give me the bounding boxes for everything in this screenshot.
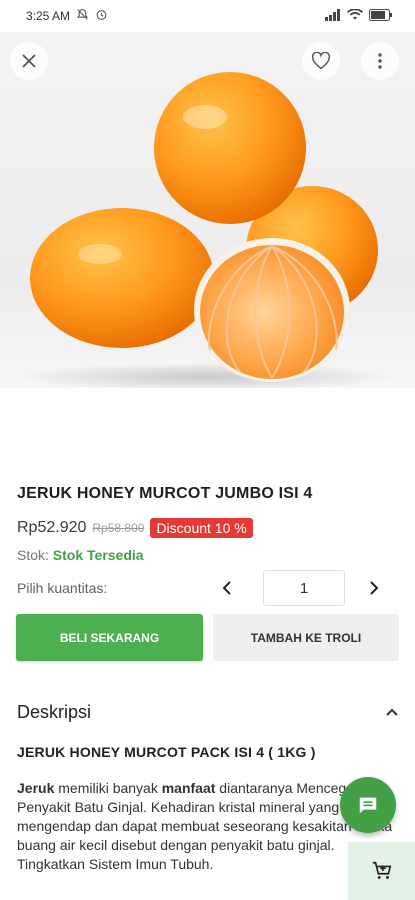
chevron-right-icon bbox=[370, 581, 379, 595]
product-price: Rp52.920 bbox=[17, 519, 87, 536]
more-vert-icon bbox=[378, 53, 382, 69]
alarm-icon bbox=[95, 8, 108, 24]
description-bold-2: manfaat bbox=[161, 780, 216, 796]
close-icon bbox=[22, 54, 36, 68]
stock-row: Stok: Stok Tersedia bbox=[17, 547, 144, 563]
status-time: 3:25 AM bbox=[26, 9, 71, 23]
product-title: JERUK HONEY MURCOT JUMBO ISI 4 bbox=[17, 485, 313, 502]
close-button[interactable] bbox=[10, 42, 48, 80]
signal-icon bbox=[325, 8, 341, 24]
quantity-row: Pilih kuantitas: bbox=[17, 570, 398, 606]
quantity-label: Pilih kuantitas: bbox=[17, 580, 108, 596]
favorite-button[interactable] bbox=[302, 42, 340, 80]
description-subtitle: JERUK HONEY MURCOT PACK ISI 4 ( 1KG ) bbox=[17, 744, 316, 760]
chat-button[interactable] bbox=[340, 777, 396, 833]
quantity-input[interactable] bbox=[263, 570, 345, 606]
status-left: 3:25 AM bbox=[26, 8, 108, 24]
add-to-cart-button[interactable]: TAMBAH KE TROLI bbox=[213, 614, 399, 661]
orange-illustration bbox=[15, 72, 395, 388]
cart-add-icon bbox=[372, 861, 391, 879]
chat-icon bbox=[359, 797, 377, 814]
wifi-icon bbox=[347, 7, 363, 24]
description-header[interactable]: Deskripsi bbox=[17, 700, 399, 724]
discount-badge: Discount 10 % bbox=[150, 518, 253, 538]
description-heading: Deskripsi bbox=[17, 701, 92, 722]
battery-icon bbox=[369, 8, 393, 24]
buy-now-button[interactable]: BELI SEKARANG bbox=[16, 614, 203, 661]
decrease-quantity-button[interactable] bbox=[215, 576, 239, 600]
original-price: Rp58.800 bbox=[92, 521, 145, 535]
chevron-up-icon bbox=[386, 708, 398, 716]
stock-status: Stok Tersedia bbox=[52, 547, 144, 563]
dnd-icon bbox=[76, 8, 89, 24]
more-options-button[interactable] bbox=[361, 42, 399, 80]
status-right bbox=[325, 7, 393, 24]
chevron-left-icon bbox=[222, 581, 231, 595]
description-bold-1: Jeruk bbox=[17, 780, 55, 796]
increase-quantity-button[interactable] bbox=[362, 576, 386, 600]
product-image bbox=[0, 32, 415, 388]
description-text-1: memiliki banyak bbox=[54, 780, 162, 796]
status-bar: 3:25 AM bbox=[0, 0, 415, 32]
heart-icon bbox=[311, 52, 331, 70]
price-row: Rp52.920 Rp58.800 Discount 10 % bbox=[17, 518, 253, 538]
floating-cart-button[interactable] bbox=[348, 842, 415, 900]
stock-label: Stok: bbox=[17, 547, 49, 563]
